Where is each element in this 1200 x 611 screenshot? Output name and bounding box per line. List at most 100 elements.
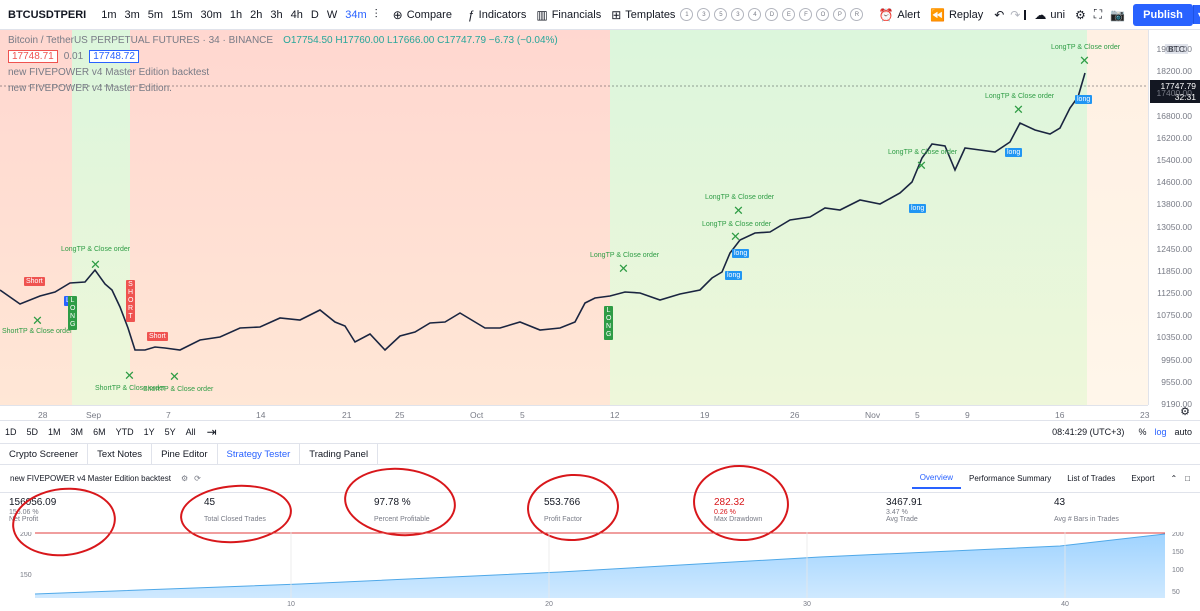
fullscreen-icon[interactable]: ⛶ bbox=[1094, 7, 1102, 22]
template-shortcut[interactable]: 1 bbox=[680, 8, 694, 21]
range-1m[interactable]: 1M bbox=[43, 427, 66, 437]
camera-icon[interactable]: 📷 bbox=[1110, 8, 1125, 22]
price-axis[interactable]: BTC 17747.79 32:31 19000.00 18200.00 17400… bbox=[1148, 30, 1200, 409]
range-6m[interactable]: 6M bbox=[88, 427, 111, 437]
template-shortcut[interactable]: 5 bbox=[714, 8, 728, 21]
template-shortcut[interactable]: D bbox=[765, 8, 779, 21]
maximize-icon[interactable]: □ bbox=[1185, 474, 1190, 483]
time-tick: Nov bbox=[865, 410, 881, 420]
template-shortcuts: 13534DEFOPR bbox=[680, 8, 867, 21]
redo-icon[interactable]: ↷ bbox=[1010, 8, 1020, 22]
time-tick: 5 bbox=[915, 410, 920, 420]
buy-price-box[interactable]: 17748.72 bbox=[89, 49, 139, 63]
indicators-icon: ƒ bbox=[467, 7, 475, 22]
templates-button[interactable]: ⊞ Templates bbox=[606, 0, 680, 30]
template-shortcut[interactable]: 3 bbox=[697, 8, 711, 21]
interval-30m[interactable]: 30m bbox=[196, 0, 225, 30]
publish-button[interactable]: Publish bbox=[1133, 3, 1193, 26]
layout-icon[interactable] bbox=[1024, 9, 1027, 20]
interval-34m[interactable]: 34m bbox=[341, 0, 370, 30]
compare-button[interactable]: ⊕ Compare bbox=[388, 0, 457, 30]
symbol-search[interactable]: BTCUSDTPERI bbox=[0, 0, 91, 30]
publish-dropdown[interactable]: ▾ bbox=[1192, 5, 1200, 24]
percent-toggle[interactable]: % bbox=[1138, 427, 1146, 437]
price-tick: 9190.00 bbox=[1161, 399, 1192, 409]
log-toggle[interactable]: log bbox=[1154, 427, 1166, 437]
tab-trading-panel[interactable]: Trading Panel bbox=[300, 444, 379, 464]
range-all[interactable]: All bbox=[181, 427, 201, 437]
interval-3h[interactable]: 3h bbox=[266, 0, 286, 30]
clock-time[interactable]: 08:41:29 (UTC+3) bbox=[1052, 427, 1124, 437]
long-signal: long bbox=[725, 271, 743, 280]
interval-15m[interactable]: 15m bbox=[167, 0, 196, 30]
template-shortcut[interactable]: R bbox=[850, 8, 864, 21]
tab-text-notes[interactable]: Text Notes bbox=[88, 444, 153, 464]
tab-performance-summary[interactable]: Performance Summary bbox=[961, 467, 1059, 489]
ohlc-values: O17754.50 H17760.00 L17666.00 C17747.79 … bbox=[283, 34, 558, 46]
tab-crypto-screener[interactable]: Crypto Screener bbox=[0, 444, 89, 464]
price-tick: 13800.00 bbox=[1156, 199, 1192, 210]
range-1y[interactable]: 1Y bbox=[139, 427, 160, 437]
interval-w[interactable]: W bbox=[323, 0, 341, 30]
range-3m[interactable]: 3M bbox=[66, 427, 89, 437]
auto-toggle[interactable]: auto bbox=[1174, 427, 1192, 437]
tab-strategy-tester[interactable]: Strategy Tester bbox=[218, 444, 301, 464]
range-1d[interactable]: 1D bbox=[0, 427, 22, 437]
range-ytd[interactable]: YTD bbox=[111, 427, 139, 437]
metric-name: Avg Trade bbox=[886, 516, 918, 523]
template-shortcut[interactable]: P bbox=[833, 8, 847, 21]
gear-icon[interactable]: ⚙ bbox=[1075, 8, 1086, 22]
short-signal-vertical: S H O R T bbox=[126, 280, 135, 322]
alert-label: Alert bbox=[897, 8, 921, 21]
settings-icon[interactable]: ⚙ bbox=[181, 474, 188, 483]
tab-export[interactable]: Export bbox=[1123, 467, 1162, 489]
price-tick: 18200.00 bbox=[1156, 66, 1192, 77]
longtp-label: LongTP & Close order bbox=[705, 194, 775, 201]
goto-date-icon[interactable]: ⇥ bbox=[207, 425, 217, 439]
main-chart[interactable]: Bitcoin / TetherUS PERPETUAL FUTURES · 3… bbox=[0, 30, 1200, 430]
sell-price-box[interactable]: 17748.71 bbox=[8, 49, 58, 63]
indicators-button[interactable]: ƒ Indicators bbox=[463, 0, 531, 30]
interval-1h[interactable]: 1h bbox=[226, 0, 246, 30]
price-tick: 13050.00 bbox=[1156, 221, 1192, 232]
interval-1m[interactable]: 1m bbox=[97, 0, 120, 30]
long-signal: long bbox=[732, 249, 750, 258]
price-tick: 17400.00 bbox=[1156, 88, 1192, 99]
replay-button[interactable]: ⏪ Replay bbox=[925, 0, 988, 30]
range-5d[interactable]: 5D bbox=[22, 427, 44, 437]
template-shortcut[interactable]: O bbox=[816, 8, 830, 21]
tab-pine-editor[interactable]: Pine Editor bbox=[152, 444, 218, 464]
strategy-name[interactable]: new FIVEPOWER v4 Master Edition backtest bbox=[10, 474, 171, 483]
tab-overview[interactable]: Overview bbox=[911, 467, 962, 489]
interval-2h[interactable]: 2h bbox=[246, 0, 266, 30]
time-tick: 21 bbox=[342, 410, 352, 420]
metric-avg-bars-in-trades: 43 Avg # Bars in Trades bbox=[1054, 497, 1119, 523]
financials-button[interactable]: ▥ Financials bbox=[531, 0, 606, 30]
interval-4h[interactable]: 4h bbox=[287, 0, 307, 30]
range-5y[interactable]: 5Y bbox=[160, 427, 181, 437]
tab-list-of-trades[interactable]: List of Trades bbox=[1059, 467, 1123, 489]
undo-icon[interactable]: ↶ bbox=[994, 8, 1004, 22]
range-list: 1D 5D 1M 3M 6M YTD 1Y 5Y All bbox=[0, 427, 201, 437]
shorttp-label: ShortTP & Close order bbox=[2, 328, 73, 335]
longtp-label: LongTP & Close order bbox=[702, 221, 772, 228]
reload-icon[interactable]: ⟳ bbox=[194, 474, 201, 483]
template-shortcut[interactable]: 3 bbox=[731, 8, 745, 21]
short-signal: Short bbox=[147, 332, 168, 341]
alert-button[interactable]: ⏰ Alert bbox=[873, 0, 925, 30]
chart-type-icon[interactable]: ⫶ bbox=[375, 7, 378, 22]
layout-name[interactable]: uni bbox=[1050, 9, 1065, 21]
template-shortcut[interactable]: F bbox=[799, 8, 813, 21]
template-shortcut[interactable]: E bbox=[782, 8, 796, 21]
chevron-up-icon[interactable]: ⌃ bbox=[1170, 474, 1177, 483]
price-tick: 11850.00 bbox=[1157, 265, 1192, 276]
study-backtest-label[interactable]: new FIVEPOWER v4 Master Edition backtest bbox=[8, 67, 209, 78]
equity-curve-chart[interactable]: 10 20 30 40 200 150 200 150 100 50 bbox=[0, 532, 1200, 611]
interval-d[interactable]: D bbox=[307, 0, 323, 30]
template-shortcut[interactable]: 4 bbox=[748, 8, 762, 21]
study-indicator-label[interactable]: new FIVEPOWER v4 Master Edition. bbox=[8, 83, 172, 94]
cloud-icon: ☁ bbox=[1034, 7, 1047, 22]
tp-cross-icon: ✕ bbox=[124, 368, 135, 383]
interval-3m[interactable]: 3m bbox=[121, 0, 144, 30]
interval-5m[interactable]: 5m bbox=[144, 0, 167, 30]
